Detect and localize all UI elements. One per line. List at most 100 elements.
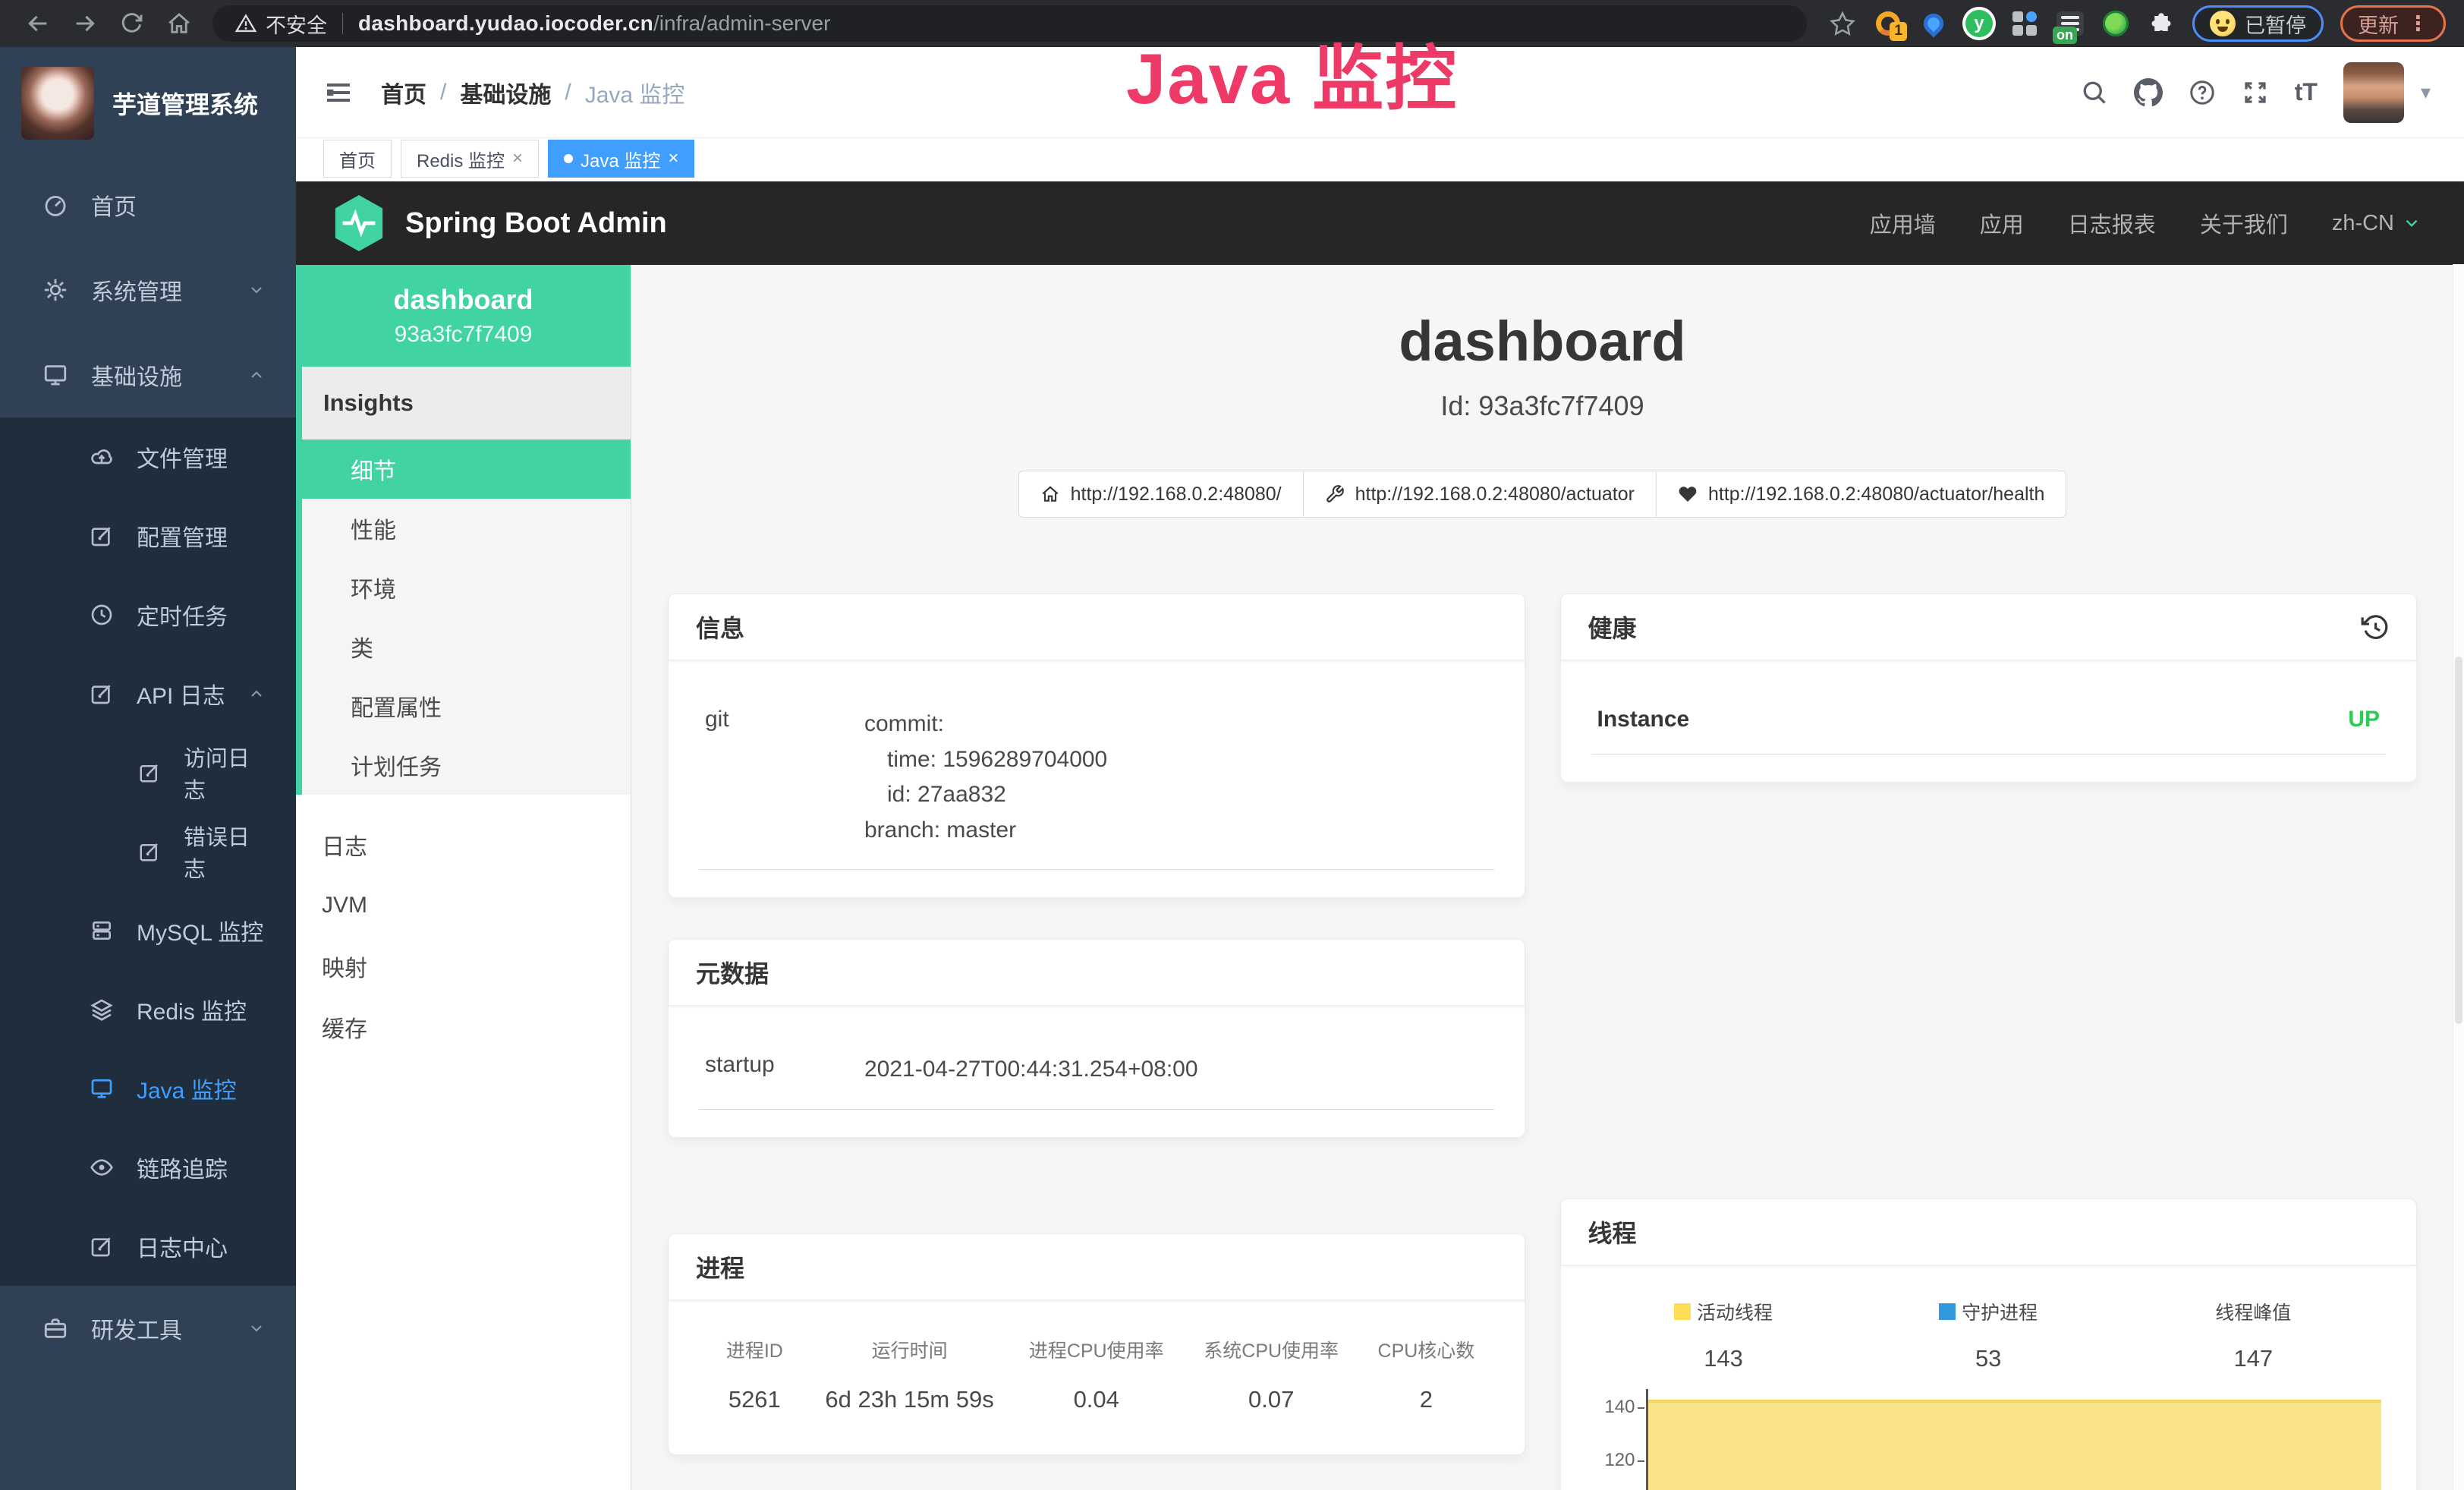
sba-nav-details[interactable]: 细节 [302,439,631,499]
sidebar-item-file-management[interactable]: 文件管理 [0,417,296,496]
extension-grid-icon[interactable] [2010,9,2039,38]
clock-icon [90,603,114,627]
tab-label: 首页 [339,146,376,172]
extensions-puzzle-icon[interactable] [2147,9,2176,38]
address-bar[interactable]: 不安全 dashboard.yudao.iocoder.cn /infra/ad… [212,5,1807,42]
sba-nav-config-props[interactable]: 配置属性 [302,676,631,736]
browser-home-button[interactable] [159,4,199,43]
sidebar-item-access-logs[interactable]: 访问日志 [0,733,296,812]
sba-instance-header[interactable]: dashboard 93a3fc7f7409 [296,265,631,367]
chevron-up-icon [247,366,266,384]
sidebar-item-label: Redis 监控 [137,993,266,1026]
sba-nav-logs[interactable]: 日志 [296,814,631,875]
sidebar-item-error-logs[interactable]: 错误日志 [0,812,296,891]
extension-leaf-icon[interactable] [2101,9,2130,38]
sba-instance-sidebar: dashboard 93a3fc7f7409 Insights 细节 性能 环境… [296,265,631,1490]
tab-java-monitor[interactable]: Java 监控 × [548,140,694,178]
user-avatar[interactable] [2343,62,2404,123]
bookmark-star-icon[interactable] [1828,9,1857,38]
extension-pin-icon[interactable] [1919,9,1948,38]
sba-section-insights: Insights [302,367,631,439]
github-icon[interactable] [2134,78,2163,107]
browser-back-button[interactable] [18,4,58,43]
tab-redis-monitor[interactable]: Redis 监控 × [401,140,539,178]
sidebar-item-config-management[interactable]: 配置管理 [0,496,296,575]
sidebar-item-log-center[interactable]: 日志中心 [0,1207,296,1286]
sba-brand-title[interactable]: Spring Boot Admin [405,207,667,240]
history-icon[interactable] [2360,613,2389,641]
sba-nav-classes[interactable]: 类 [302,617,631,676]
app-title: 芋道管理系统 [112,86,258,121]
cpu-cores-value: 2 [1358,1386,1493,1413]
dashboard-icon [42,192,68,218]
process-col-header: CPU核心数 [1358,1336,1493,1363]
not-secure-label[interactable]: 不安全 [266,9,327,39]
sidebar-item-api-logs[interactable]: API 日志 [0,654,296,733]
extension-orange-icon[interactable]: 1 [1874,9,1902,38]
wrench-icon [1325,484,1345,504]
search-icon[interactable] [2081,79,2108,106]
sidebar-item-java-monitor[interactable]: Java 监控 [0,1049,296,1128]
sba-nav-mappings[interactable]: 映射 [296,936,631,997]
process-card: 进程 进程ID5261 运行时间6d 23h 15m 59s 进程CPU使用率0… [668,1233,1525,1455]
sidebar-item-redis-monitor[interactable]: Redis 监控 [0,970,296,1049]
content-scrollbar[interactable] [2453,264,2464,1490]
update-label: 更新 [2358,9,2399,39]
instance-id-line: Id: 93a3fc7f7409 [668,390,2417,422]
spring-boot-admin-logo-icon[interactable] [332,194,385,253]
sidebar-item-devtools[interactable]: 研发工具 [0,1286,296,1371]
instance-id: 93a3fc7f7409 [395,322,533,348]
sba-nav-caches[interactable]: 缓存 [296,997,631,1057]
avatar-caret-icon[interactable]: ▾ [2421,80,2431,104]
system-cpu-value: 0.07 [1184,1386,1358,1413]
sidebar-collapse-button[interactable] [323,77,354,108]
sba-nav-about[interactable]: 关于我们 [2200,207,2288,239]
emoji-avatar-icon [2210,11,2236,36]
sba-nav-metrics[interactable]: 性能 [302,499,631,558]
process-pid-value: 5261 [699,1386,810,1413]
font-size-icon[interactable]: tT [2295,78,2318,106]
tab-home[interactable]: 首页 [323,140,392,178]
sba-nav-jvm[interactable]: JVM [296,875,631,936]
sidebar-item-system[interactable]: 系统管理 [0,247,296,332]
sba-nav: 应用墙 应用 日志报表 关于我们 zh-CN [1870,207,2422,239]
extension-on-icon[interactable]: on [2056,9,2085,38]
sba-nav-environment[interactable]: 环境 [302,558,631,617]
sidebar-item-trace[interactable]: 链路追踪 [0,1128,296,1207]
app-logo[interactable]: 芋道管理系统 [0,47,296,162]
browser-update-button[interactable]: 更新 ⋮ [2340,5,2446,42]
sba-language-selector[interactable]: zh-CN [2332,211,2422,236]
sidebar-item-infra[interactable]: 基础设施 [0,332,296,417]
help-icon[interactable] [2189,79,2216,106]
sba-nav-scheduled-tasks[interactable]: 计划任务 [302,736,631,795]
metadata-value: 2021-04-27T00:44:31.254+08:00 [864,1052,1488,1088]
service-url-button[interactable]: http://192.168.0.2:48080/ [1018,471,1304,518]
sidebar-item-scheduled-jobs[interactable]: 定时任务 [0,575,296,654]
breadcrumb-home[interactable]: 首页 [381,76,426,109]
sba-nav-wallboard[interactable]: 应用墙 [1870,207,1936,239]
extension-y-icon[interactable]: y [1965,9,1994,38]
tab-close-icon[interactable]: × [512,148,523,169]
browser-refresh-button[interactable] [112,4,152,43]
y-tick: 140 [1604,1397,1635,1418]
process-uptime-value: 6d 23h 15m 59s [810,1386,1009,1413]
sidebar-item-mysql-monitor[interactable]: MySQL 监控 [0,891,296,970]
actuator-url-button[interactable]: http://192.168.0.2:48080/actuator [1303,471,1657,518]
sba-nav-applications[interactable]: 应用 [1980,207,2024,239]
live-threads-legend-icon [1674,1303,1691,1320]
health-url-button[interactable]: http://192.168.0.2:48080/actuator/health [1656,471,2066,518]
paused-extension-button[interactable]: 已暂停 [2192,5,2324,42]
on-badge: on [2053,27,2077,44]
not-secure-icon [235,13,256,34]
tab-close-icon[interactable]: × [668,148,678,169]
browser-forward-button[interactable] [65,4,105,43]
scrollbar-thumb[interactable] [2455,657,2462,1025]
browser-menu-kebab-icon[interactable]: ⋮ [2408,12,2428,36]
fullscreen-icon[interactable] [2242,79,2269,106]
sidebar-item-home[interactable]: 首页 [0,162,296,247]
sidebar-item-label: 错误日志 [184,820,266,884]
status-badge: UP [2348,707,2380,732]
breadcrumb-infra[interactable]: 基础设施 [460,76,551,109]
sba-nav-journal[interactable]: 日志报表 [2068,207,2156,239]
active-tab-dot [564,154,573,163]
